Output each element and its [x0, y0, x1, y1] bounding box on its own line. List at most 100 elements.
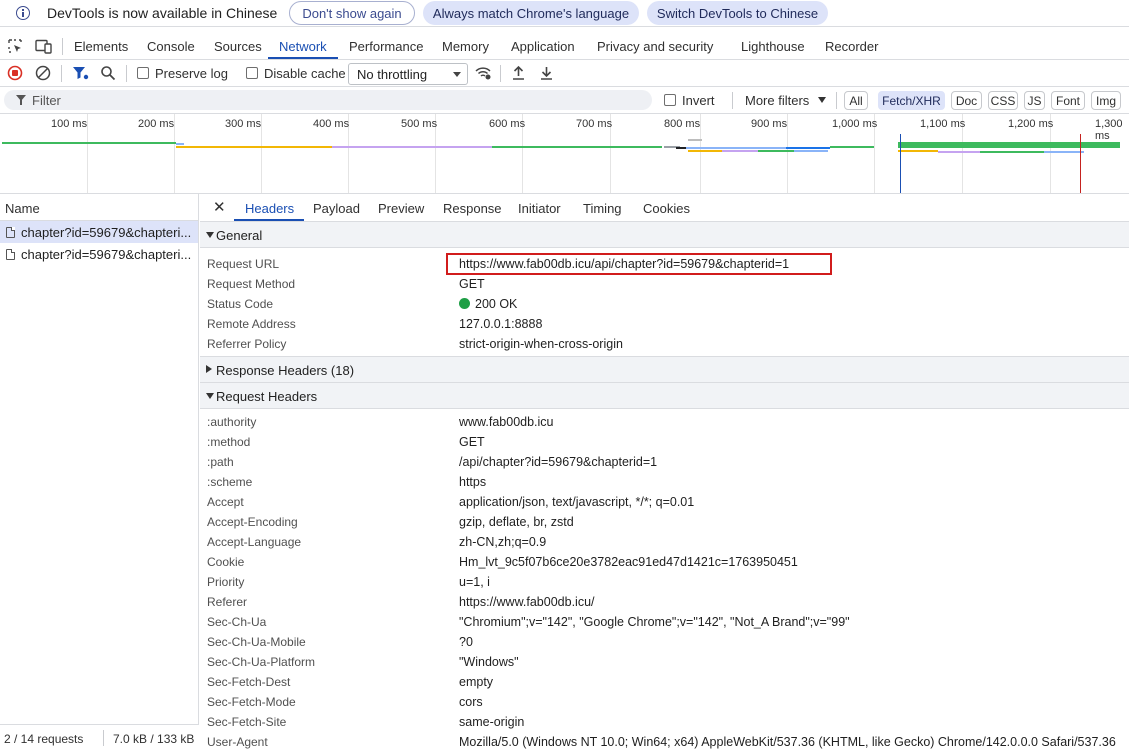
- request-details-panel: ✕ Headers Payload Preview Response Initi…: [200, 194, 1129, 750]
- status-divider: [103, 730, 104, 746]
- type-filter-font[interactable]: Font: [1051, 91, 1085, 110]
- timeline-tick: 300 ms: [225, 118, 262, 130]
- close-icon[interactable]: ✕: [213, 200, 226, 215]
- timeline-bar: [898, 142, 1120, 148]
- devtools-main-tabbar: Elements Console Sources Network Perform…: [0, 33, 1129, 60]
- header-key: Cookie: [207, 555, 245, 569]
- tab-payload[interactable]: Payload: [313, 201, 360, 216]
- header-row: Sec-Fetch-Site same-origin: [200, 712, 1129, 732]
- tab-application[interactable]: Application: [511, 39, 575, 54]
- header-key: Referer: [207, 595, 248, 609]
- record-stop-icon[interactable]: [7, 65, 23, 81]
- timeline-gridline: [700, 114, 701, 193]
- header-key: :method: [207, 435, 251, 449]
- filter-input[interactable]: Filter: [4, 90, 652, 110]
- export-har-icon[interactable]: [539, 65, 554, 81]
- type-filter-fetch-xhr[interactable]: Fetch/XHR: [878, 91, 945, 110]
- tab-memory[interactable]: Memory: [442, 39, 489, 54]
- more-filters-button[interactable]: More filters: [745, 93, 809, 108]
- type-filter-img[interactable]: Img: [1091, 91, 1121, 110]
- type-filter-doc[interactable]: Doc: [951, 91, 982, 110]
- infobar-message: DevTools is now available in Chinese: [47, 5, 278, 21]
- timeline-bar: [980, 151, 1044, 153]
- timeline-tick: 700 ms: [576, 118, 613, 130]
- tab-privacy-security[interactable]: Privacy and security: [597, 39, 713, 54]
- header-row: Sec-Fetch-Dest empty: [200, 672, 1129, 692]
- timeline-tick: 500 ms: [401, 118, 438, 130]
- dont-show-again-button[interactable]: Don't show again: [289, 1, 415, 25]
- header-row: Sec-Ch-Ua "Chromium";v="142", "Google Chr…: [200, 612, 1129, 632]
- network-timeline-overview[interactable]: 100 ms 200 ms 300 ms 400 ms 500 ms 600 m…: [0, 114, 1129, 194]
- name-column-header[interactable]: Name: [0, 194, 198, 221]
- status-text: 200 OK: [475, 297, 518, 311]
- tab-cookies[interactable]: Cookies: [643, 201, 690, 216]
- request-row[interactable]: chapter?id=59679&chapteri...: [0, 243, 198, 265]
- header-key: Remote Address: [207, 317, 296, 331]
- tab-sources[interactable]: Sources: [214, 39, 262, 54]
- type-filter-js[interactable]: JS: [1024, 91, 1045, 110]
- toolbar-divider: [61, 65, 62, 82]
- switch-to-chinese-button[interactable]: Switch DevTools to Chinese: [647, 1, 828, 25]
- header-row: Request Method GET: [200, 274, 1129, 294]
- header-key: Referrer Policy: [207, 337, 287, 351]
- header-row: :method GET: [200, 432, 1129, 452]
- header-value: gzip, deflate, br, zstd: [459, 515, 574, 529]
- header-value: https: [459, 475, 487, 489]
- header-value: https://www.fab00db.icu/: [459, 595, 595, 609]
- header-key: Sec-Fetch-Mode: [207, 695, 296, 709]
- timeline-tick: 800 ms: [664, 118, 701, 130]
- header-key: Status Code: [207, 297, 274, 311]
- network-conditions-icon[interactable]: [474, 65, 492, 81]
- invert-checkbox[interactable]: [664, 94, 676, 106]
- always-match-language-button[interactable]: Always match Chrome's language: [423, 1, 639, 25]
- request-headers-section-header[interactable]: Request Headers: [200, 383, 1129, 409]
- tab-elements[interactable]: Elements: [74, 39, 128, 54]
- filter-icon[interactable]: [72, 65, 90, 81]
- toolbar-divider: [836, 92, 837, 109]
- active-tab-indicator: [234, 219, 304, 221]
- type-filter-all[interactable]: All: [844, 91, 868, 110]
- throttling-select[interactable]: No throttling: [348, 63, 468, 85]
- header-row: Referer https://www.fab00db.icu/: [200, 592, 1129, 612]
- invert-label: Invert: [682, 93, 715, 108]
- tab-timing[interactable]: Timing: [583, 201, 622, 216]
- timeline-bar: [176, 143, 184, 145]
- general-section-header[interactable]: General: [200, 222, 1129, 248]
- disable-cache-checkbox[interactable]: [246, 67, 258, 79]
- timeline-tick: 1,200 ms: [1008, 118, 1054, 130]
- funnel-icon: [16, 95, 26, 105]
- search-icon[interactable]: [100, 65, 116, 81]
- header-row: :path/api/chapter?id=59679&chapterid=1: [200, 452, 1129, 472]
- request-row[interactable]: chapter?id=59679&chapteri...: [0, 221, 198, 243]
- clear-icon[interactable]: [35, 65, 51, 81]
- type-filter-css[interactable]: CSS: [988, 91, 1018, 110]
- toolbar-divider: [126, 65, 127, 82]
- tab-console[interactable]: Console: [147, 39, 195, 54]
- section-title: General: [216, 228, 263, 243]
- tab-headers[interactable]: Headers: [245, 201, 294, 216]
- tab-preview[interactable]: Preview: [378, 201, 424, 216]
- header-key: Sec-Ch-Ua: [207, 615, 267, 629]
- tab-lighthouse[interactable]: Lighthouse: [741, 39, 805, 54]
- header-key: Request URL: [207, 257, 280, 271]
- response-headers-section-header[interactable]: Response Headers (18): [200, 357, 1129, 383]
- inspect-element-icon[interactable]: [8, 39, 23, 54]
- header-key: Sec-Ch-Ua-Mobile: [207, 635, 306, 649]
- tab-recorder[interactable]: Recorder: [825, 39, 878, 54]
- toolbar-divider: [732, 92, 733, 109]
- device-toolbar-icon[interactable]: [35, 39, 52, 54]
- tab-response[interactable]: Response: [443, 201, 502, 216]
- triangle-down-icon: [206, 393, 214, 399]
- request-url-value: https://www.fab00db.icu/api/chapter?id=5…: [459, 257, 790, 271]
- tab-initiator[interactable]: Initiator: [518, 201, 561, 216]
- timeline-bar: [758, 150, 794, 152]
- header-row: Accept-Language zh-CN,zh;q=0.9: [200, 532, 1129, 552]
- header-key: Sec-Fetch-Site: [207, 715, 287, 729]
- preserve-log-checkbox[interactable]: [137, 67, 149, 79]
- section-title: Request Headers: [216, 389, 318, 404]
- import-har-icon[interactable]: [511, 65, 526, 81]
- header-key: :scheme: [207, 475, 253, 489]
- tab-network[interactable]: Network: [279, 39, 327, 54]
- header-row: Sec-Fetch-Mode cors: [200, 692, 1129, 712]
- tab-performance[interactable]: Performance: [349, 39, 423, 54]
